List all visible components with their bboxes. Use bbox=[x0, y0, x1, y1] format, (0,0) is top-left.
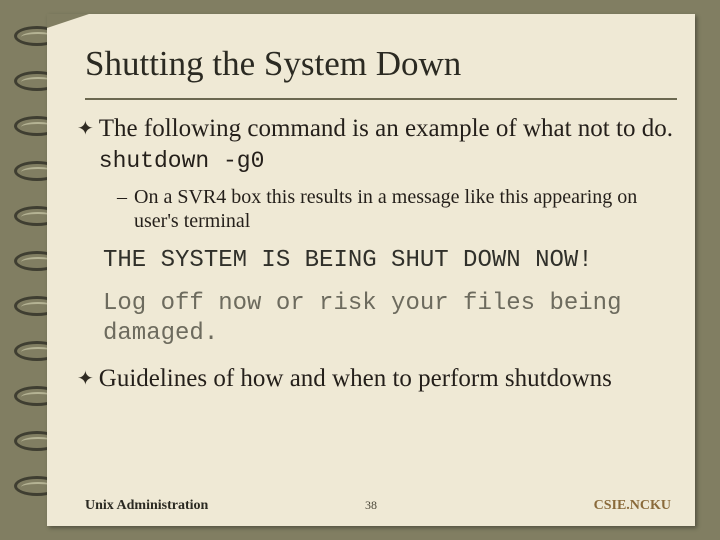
footer-right-text: CSIE.NCKU bbox=[593, 498, 671, 513]
bullet-text-plain: The following command is an example of w… bbox=[98, 115, 673, 142]
bullet-level1-text: The following command is an example of w… bbox=[99, 114, 683, 175]
bullet-diamond-icon: ✦ bbox=[77, 116, 94, 140]
slide-root: Shutting the System Down ✦ The following… bbox=[0, 0, 720, 540]
code-block-message: THE SYSTEM IS BEING SHUT DOWN NOW! bbox=[103, 246, 593, 274]
bullet-level1: ✦ The following command is an example of… bbox=[77, 114, 683, 175]
page-title: Shutting the System Down bbox=[85, 44, 462, 83]
corner-fold-decoration bbox=[47, 14, 89, 28]
bullet-level1-final-text: Guidelines of how and when to perform sh… bbox=[98, 364, 612, 392]
bullet-level1-final: ✦ Guidelines of how and when to perform … bbox=[77, 364, 683, 395]
bullet-diamond-icon: ✦ bbox=[77, 365, 94, 390]
code-block-warning: Log off now or risk your files being dam… bbox=[103, 289, 636, 348]
slide-page: Shutting the System Down ✦ The following… bbox=[47, 14, 695, 526]
title-area: Shutting the System Down bbox=[85, 44, 665, 84]
bullet-level2: – On a SVR4 box this results in a messag… bbox=[117, 185, 683, 234]
inline-command: shutdown -g0 bbox=[98, 147, 265, 174]
slide-body: ✦ The following command is an example of… bbox=[77, 108, 683, 394]
bullet-dash-icon: – bbox=[117, 186, 127, 208]
title-divider bbox=[85, 98, 677, 100]
bullet-level2-text: On a SVR4 box this results in a message … bbox=[134, 186, 638, 233]
